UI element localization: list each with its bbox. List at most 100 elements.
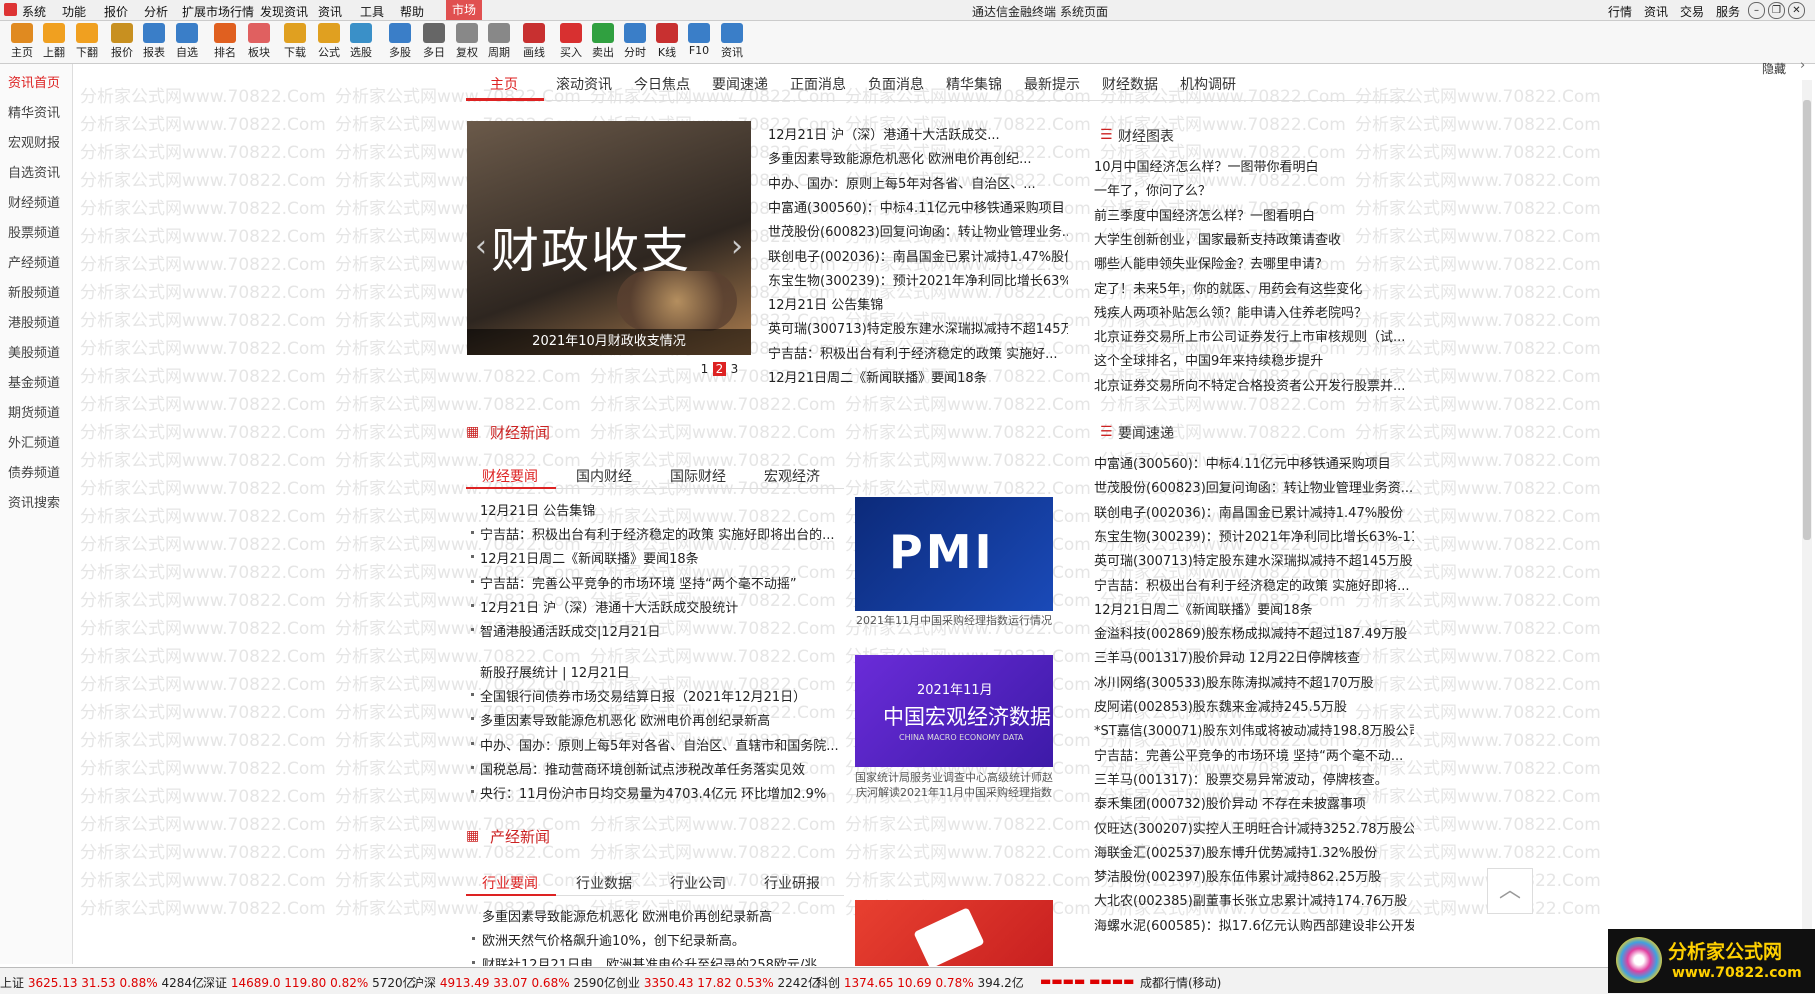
industry-thumbnail[interactable] (855, 900, 1053, 966)
tab-highlights[interactable]: 精华集锦 (946, 74, 1002, 94)
sidebar-item-12[interactable]: 外汇频道 (8, 432, 60, 451)
tab-industry-company[interactable]: 行业公司 (670, 873, 726, 893)
tab-intl-finance[interactable]: 国际财经 (670, 466, 726, 486)
toolbar-button-2[interactable]: 下翻 (69, 23, 105, 60)
menu-right-service[interactable]: 服务 (1716, 3, 1740, 20)
tab-institution-research[interactable]: 机构调研 (1180, 74, 1236, 94)
menu-info[interactable]: 资讯 (318, 3, 342, 20)
toolbar-button-16[interactable]: 买入 (553, 23, 589, 60)
headline-item[interactable]: 12月21日 沪（深）港通十大活跃成交... (768, 124, 1068, 143)
toolbar-button-12[interactable]: 多日 (416, 23, 452, 60)
menu-right-trade[interactable]: 交易 (1680, 3, 1704, 20)
quick-news-item[interactable]: *ST嘉信(300071)股东刘伟或将被动减持198.8万股公司... (1094, 720, 1414, 739)
back-to-top-button[interactable]: ︿ (1487, 868, 1533, 914)
toolbar-button-0[interactable]: 主页 (4, 23, 40, 60)
quick-news-item[interactable]: 世茂股份(600823)回复问询函：转让物业管理业务资... (1094, 477, 1414, 496)
chart-list-item[interactable]: 残疾人两项补贴怎么领？能申请入住养老院吗？ (1094, 302, 1414, 321)
headline-item[interactable]: 12月21日周二《新闻联播》要闻18条 (768, 367, 1068, 386)
quick-news-item[interactable]: 皮阿诺(002853)股东魏来金减持245.5万股 (1094, 696, 1414, 715)
index-1[interactable]: 深证 14689.0 119.80 0.82% 5720亿 (203, 974, 415, 991)
toolbar-button-19[interactable]: K线 (649, 23, 685, 60)
scrollbar-thumb[interactable] (1803, 100, 1811, 540)
restore-icon[interactable]: ❐ (1768, 2, 1785, 19)
toolbar-button-3[interactable]: 报价 (104, 23, 140, 60)
toolbar-button-17[interactable]: 卖出 (585, 23, 621, 60)
quick-news-item[interactable]: 宁吉喆：积极出台有利于经济稳定的政策 实施好即将... (1094, 575, 1414, 594)
macro-data-thumbnail[interactable]: 2021年11月 中国宏观经济数据 CHINA MACRO ECONOMY DA… (855, 655, 1053, 767)
chart-list-item[interactable]: 这个全球排名，中国9年来持续稳步提升 (1094, 350, 1414, 369)
toolbar-button-1[interactable]: 上翻 (36, 23, 72, 60)
sidebar-item-2[interactable]: 宏观财报 (8, 132, 60, 151)
pager-1[interactable]: 1 (698, 362, 711, 376)
finance-group2-head[interactable]: 新股孖展统计 | 12月21日 (480, 662, 840, 681)
chart-list-item[interactable]: 定了！未来5年，你的就医、用药会有这些变化 (1094, 278, 1414, 297)
chart-list-item[interactable]: 前三季度中国经济怎么样？一图看明白 (1094, 205, 1414, 224)
toolbar-button-8[interactable]: 下载 (277, 23, 313, 60)
quick-news-item[interactable]: 东宝生物(300239)：预计2021年净利同比增长63%-11... (1094, 526, 1414, 545)
finance-group1-head[interactable]: 12月21日 公告集锦 (480, 500, 840, 519)
tab-finance-data[interactable]: 财经数据 (1102, 74, 1158, 94)
toolbar-button-4[interactable]: 报表 (136, 23, 172, 60)
quick-news-item[interactable]: 海联金汇(002537)股东博升优势减持1.32%股份 (1094, 842, 1414, 861)
quick-news-item[interactable]: 中富通(300560)：中标4.11亿元中移铁通采购项目 (1094, 453, 1414, 472)
finance-news-item[interactable]: 智通港股通活跃成交|12月21日 (480, 621, 846, 640)
sidebar-item-13[interactable]: 债券频道 (8, 462, 60, 481)
toolbar-button-6[interactable]: 排名 (207, 23, 243, 60)
tab-industry-research[interactable]: 行业研报 (764, 873, 820, 893)
chart-list-item[interactable]: 大学生创新创业，国家最新支持政策请查收 (1094, 229, 1414, 248)
sidebar-item-0[interactable]: 资讯首页 (8, 72, 60, 91)
finance-news-item[interactable]: 多重因素导致能源危机恶化 欧洲电价再创纪录新高 (480, 710, 846, 729)
toolbar-button-7[interactable]: 板块 (241, 23, 277, 60)
sidebar-item-4[interactable]: 财经频道 (8, 192, 60, 211)
sidebar-item-11[interactable]: 期货频道 (8, 402, 60, 421)
finance-news-item[interactable]: 宁吉喆：完善公平竞争的市场环境 坚持“两个毫不动摇” (480, 573, 846, 592)
sidebar-item-10[interactable]: 基金频道 (8, 372, 60, 391)
tab-industry-data[interactable]: 行业数据 (576, 873, 632, 893)
finance-news-item[interactable]: 中办、国办：原则上每5年对各省、自治区、直辖市和国务院... (480, 735, 846, 754)
headline-item[interactable]: 多重因素导致能源危机恶化 欧洲电价再创纪... (768, 148, 1068, 167)
carousel-next-icon[interactable]: › (731, 229, 743, 264)
pager-2[interactable]: 2 (713, 362, 726, 376)
toolbar-button-20[interactable]: F10 (681, 23, 717, 57)
menu-system[interactable]: 系统 (22, 3, 46, 20)
quick-news-item[interactable]: 三羊马(001317)：股票交易异常波动，停牌核查。 (1094, 769, 1414, 788)
industry-headline[interactable]: 多重因素导致能源危机恶化 欧洲电价再创纪录新高 (482, 906, 852, 925)
index-4[interactable]: 科创 1374.65 10.69 0.78% 394.2亿 (816, 974, 1024, 991)
scrollbar[interactable] (1802, 80, 1812, 964)
finance-news-item[interactable]: 12月21日 沪（深）港通十大活跃成交股统计 (480, 597, 846, 616)
sidebar-item-5[interactable]: 股票频道 (8, 222, 60, 241)
quick-news-item[interactable]: 仅旺达(300207)实控人王明旺合计减持3252.78万股公... (1094, 818, 1414, 837)
industry-news-item[interactable]: 财联社12月21日电，欧洲基准电价升至纪录的258欧元/兆... (482, 954, 852, 966)
toolbar-button-18[interactable]: 分时 (617, 23, 653, 60)
toolbar-button-21[interactable]: 资讯 (714, 23, 750, 60)
tab-positive-news[interactable]: 正面消息 (790, 74, 846, 94)
index-0[interactable]: 上证 3625.13 31.53 0.88% 4284亿 (0, 974, 204, 991)
menu-discover-info[interactable]: 发现资讯 (260, 3, 308, 20)
headline-item[interactable]: 联创电子(002036)：南昌国金已累计减持1.47%股份 (768, 246, 1068, 265)
pmi-thumbnail[interactable]: PMI (855, 497, 1053, 611)
quick-news-item[interactable]: 英可瑞(300713)特定股东建水深瑞拟减持不超145万股 (1094, 550, 1414, 569)
collapse-chevron-icon[interactable]: › (1800, 58, 1805, 73)
sidebar-item-1[interactable]: 精华资讯 (8, 102, 60, 121)
menu-quote[interactable]: 报价 (104, 3, 128, 20)
toolbar-button-10[interactable]: 选股 (343, 23, 379, 60)
menu-help[interactable]: 帮助 (400, 3, 424, 20)
tab-domestic-finance[interactable]: 国内财经 (576, 466, 632, 486)
sidebar-item-8[interactable]: 港股频道 (8, 312, 60, 331)
sidebar-item-9[interactable]: 美股频道 (8, 342, 60, 361)
menu-market[interactable]: 市场 (446, 0, 483, 20)
minimize-icon[interactable]: – (1748, 2, 1765, 19)
finance-news-item[interactable]: 央行：11月份沪市日均交易量为4703.4亿元 环比增加2.9% (480, 783, 846, 802)
industry-news-item[interactable]: 欧洲天然气价格飙升逾10%，创下纪录新高。 (482, 930, 852, 949)
tab-macro-economy[interactable]: 宏观经济 (764, 466, 820, 486)
tab-rolling-news[interactable]: 滚动资讯 (556, 74, 612, 94)
quick-news-item[interactable]: 梦洁股份(002397)股东伍伟累计减持862.25万股 (1094, 866, 1414, 885)
sidebar-item-7[interactable]: 新股频道 (8, 282, 60, 301)
chart-list-item[interactable]: 北京证券交易所向不特定合格投资者公开发行股票并... (1094, 375, 1414, 394)
tab-latest-tips[interactable]: 最新提示 (1024, 74, 1080, 94)
sidebar-item-14[interactable]: 资讯搜索 (8, 492, 60, 511)
finance-news-item[interactable]: 国税总局：推动营商环境创新试点涉税改革任务落实见效 (480, 759, 846, 778)
menu-right-quote[interactable]: 行情 (1608, 3, 1632, 20)
tab-negative-news[interactable]: 负面消息 (868, 74, 924, 94)
toolbar-button-9[interactable]: 公式 (311, 23, 347, 60)
